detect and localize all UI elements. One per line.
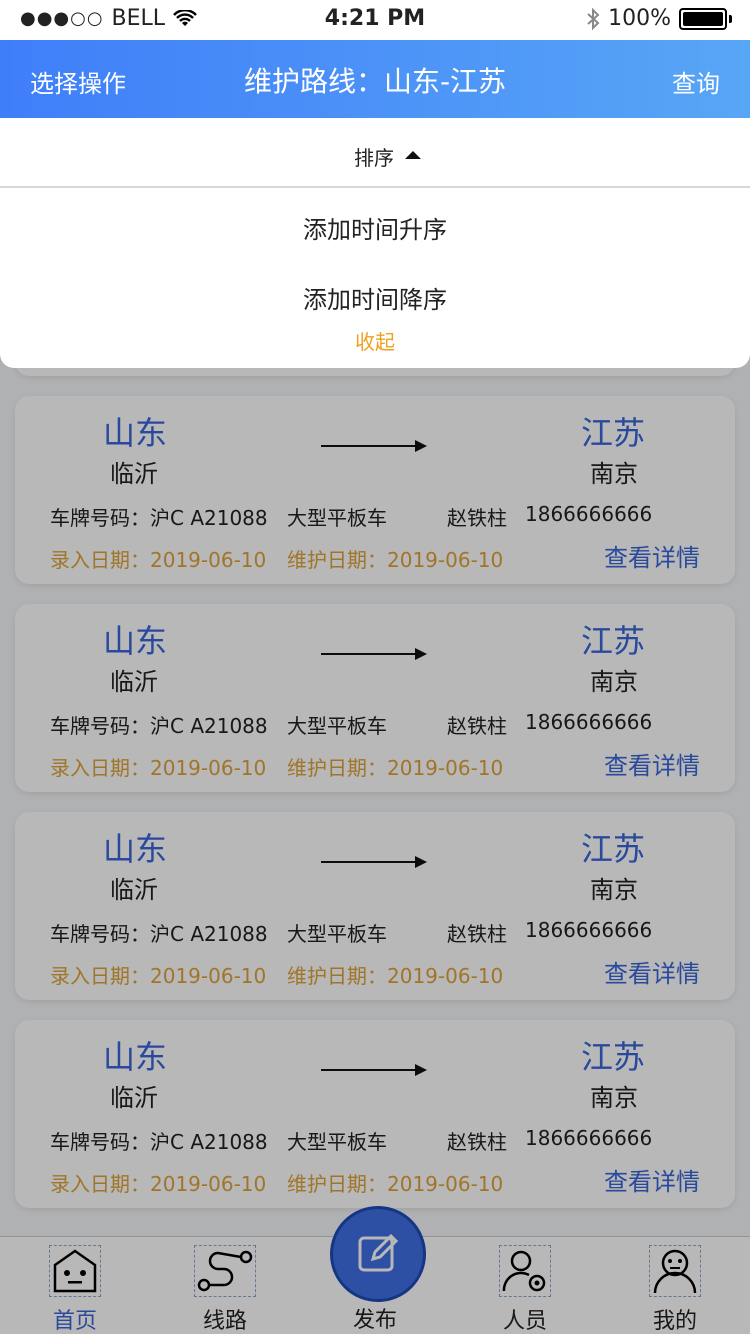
battery-icon: [679, 7, 727, 30]
sort-option-asc[interactable]: 添加时间升序: [0, 210, 750, 245]
page-title: 维护路线：山东-江苏: [243, 65, 507, 98]
battery-percent: 100%: [608, 6, 671, 31]
sort-option-desc[interactable]: 添加时间降序: [0, 280, 750, 315]
sort-panel: 排序 添加时间升序 添加时间降序 收起: [0, 118, 750, 368]
caret-up-icon: [405, 151, 421, 159]
query-button[interactable]: 查询: [672, 64, 720, 99]
bluetooth-icon: [587, 7, 600, 30]
collapse-button[interactable]: 收起: [0, 326, 750, 355]
status-bar: ●●●○○ BELL 4:21 PM 100%: [0, 0, 750, 40]
app-header: 选择操作 维护路线：山东-江苏 查询: [0, 40, 750, 118]
sort-bar[interactable]: 排序: [0, 118, 750, 188]
sort-label[interactable]: 排序: [354, 142, 394, 171]
